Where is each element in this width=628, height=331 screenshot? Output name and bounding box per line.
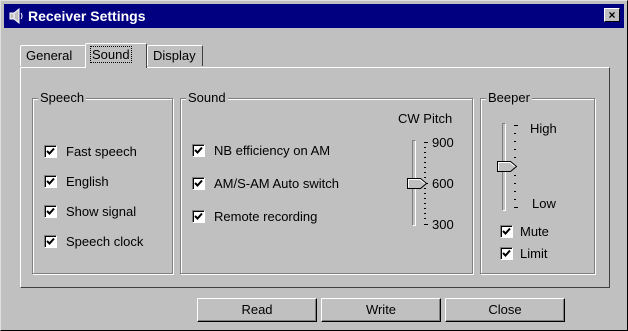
tab-sound-label: Sound <box>90 46 132 63</box>
tab-display[interactable]: Display <box>147 45 203 66</box>
check-icon <box>44 175 57 188</box>
check-icon <box>44 145 57 158</box>
tab-sound[interactable]: Sound <box>85 43 147 68</box>
show-signal-label: Show signal <box>66 204 137 219</box>
cw-pitch-tick-900: 900 <box>432 135 454 150</box>
speech-group: Speech Fast speech English Show signal S… <box>32 90 173 274</box>
speech-clock-label: Speech clock <box>66 234 144 249</box>
beeper-low-label: Low <box>532 196 556 211</box>
check-icon <box>192 144 205 157</box>
cw-pitch-label: CW Pitch <box>398 111 453 126</box>
tab-display-label: Display <box>153 48 196 63</box>
tab-general[interactable]: General <box>20 45 86 66</box>
sound-group: Sound NB efficiency on AM AM/S-AM Auto s… <box>180 90 473 274</box>
check-icon <box>500 247 513 260</box>
check-icon <box>44 205 57 218</box>
tab-general-label: General <box>26 48 73 63</box>
receiver-settings-window: Receiver Settings × General Sound Displa… <box>0 0 628 331</box>
sound-tab-panel: Speech Fast speech English Show signal S… <box>20 67 610 288</box>
check-icon <box>192 177 205 190</box>
close-button[interactable]: Close <box>445 298 565 322</box>
check-icon <box>192 210 205 223</box>
close-icon[interactable]: × <box>604 8 620 22</box>
speaker-icon <box>9 8 23 24</box>
sound-group-title: Sound <box>186 90 228 105</box>
mute-label: Mute <box>520 224 549 239</box>
remote-recording-label: Remote recording <box>214 209 318 224</box>
beeper-high-label: High <box>530 121 557 136</box>
beeper-level-thumb[interactable] <box>497 161 517 172</box>
title-bar[interactable]: Receiver Settings × <box>4 4 624 28</box>
auto-switch-label: AM/S-AM Auto switch <box>214 176 339 191</box>
cw-pitch-thumb[interactable] <box>407 178 427 189</box>
check-icon <box>500 225 513 238</box>
read-button[interactable]: Read <box>197 298 317 322</box>
limit-label: Limit <box>520 246 548 261</box>
speech-group-title: Speech <box>38 90 87 105</box>
beeper-group-title: Beeper <box>486 90 532 105</box>
check-icon <box>44 235 57 248</box>
beeper-group: Beeper High Low Mute Limit <box>480 90 595 274</box>
cw-pitch-tick-600: 600 <box>432 176 454 191</box>
fast-speech-label: Fast speech <box>66 144 137 159</box>
english-label: English <box>66 174 109 189</box>
window-title: Receiver Settings <box>28 8 146 24</box>
cw-pitch-tick-300: 300 <box>432 217 454 232</box>
nb-efficiency-label: NB efficiency on AM <box>214 143 331 158</box>
write-button[interactable]: Write <box>321 298 441 322</box>
